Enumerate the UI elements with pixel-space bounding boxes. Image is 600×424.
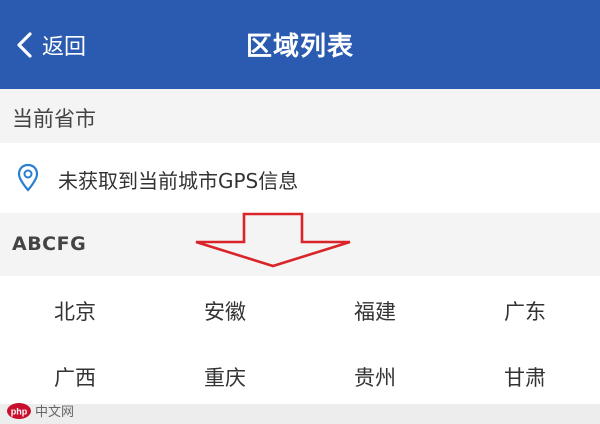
- province-item[interactable]: 广东: [450, 296, 600, 326]
- province-item[interactable]: 广西: [0, 362, 150, 392]
- down-arrow-icon: [195, 212, 351, 268]
- province-item[interactable]: 重庆: [150, 362, 300, 392]
- province-item[interactable]: 贵州: [300, 362, 450, 392]
- province-item[interactable]: 福建: [300, 296, 450, 326]
- location-pin-icon: [17, 163, 39, 192]
- bottom-strip: [0, 404, 600, 424]
- page-title: 区域列表: [245, 32, 354, 62]
- gps-status-text: 未获取到当前城市GPS信息: [58, 169, 299, 193]
- current-province-section-header: 当前省市: [0, 89, 600, 143]
- watermark-text: 中文网: [35, 405, 75, 420]
- top-nav-bar: 返回 区域列表: [0, 0, 600, 89]
- php-logo-icon: php: [7, 402, 31, 419]
- province-item[interactable]: 安徽: [150, 296, 300, 326]
- gps-location-row[interactable]: 未获取到当前城市GPS信息: [0, 143, 600, 213]
- province-item[interactable]: 甘肃: [450, 362, 600, 392]
- province-item[interactable]: 北京: [0, 296, 150, 326]
- watermark: php 中文网: [6, 401, 74, 420]
- group-letter-label: ABCFG: [12, 233, 87, 255]
- province-grid: 北京 安徽 福建 广东 广西 重庆 贵州 甘肃: [0, 276, 600, 404]
- current-province-label: 当前省市: [12, 107, 96, 131]
- php-logo-text: php: [11, 406, 28, 416]
